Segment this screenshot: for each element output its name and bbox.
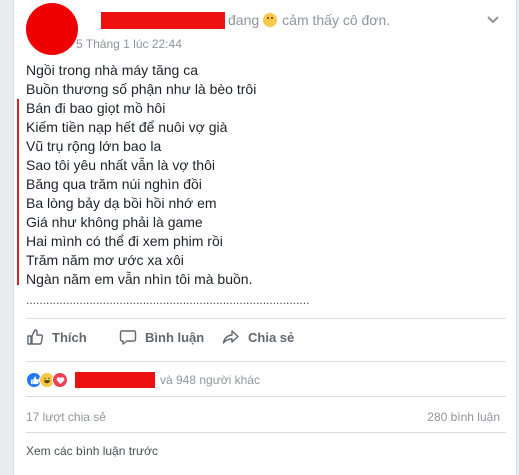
comment-count[interactable]: 280 bình luận — [427, 410, 500, 424]
status-text: đang — [228, 12, 260, 28]
sad-face-icon — [263, 13, 278, 27]
comment-button[interactable]: Bình luận — [119, 328, 204, 346]
post-card: đang cảm thấy cô đơn. 5 Tháng 1 lúc 22:4… — [13, 0, 517, 475]
reactions-summary[interactable]: và 948 người khác — [26, 372, 260, 388]
redacted-reactor-name — [75, 372, 155, 388]
highlight-bar — [17, 99, 19, 285]
poem-line: Bán đi bao giọt mồ hôi — [26, 100, 166, 116]
poem-line: Buồn thương số phận như là bèo trôi — [26, 81, 257, 97]
divider — [26, 432, 506, 433]
action-bar: Thích Bình luận Chia sẻ — [14, 328, 516, 354]
divider — [26, 361, 506, 362]
thumbs-up-icon — [27, 329, 44, 345]
poem-line: Trăm năm mơ ước xa xôi — [26, 252, 184, 268]
share-button[interactable]: Chia sẻ — [222, 328, 294, 346]
post-timestamp[interactable]: 5 Tháng 1 lúc 22:44 — [76, 37, 182, 51]
chevron-down-icon[interactable] — [486, 12, 500, 26]
poem-line: Vũ trụ rộng lớn bao la — [26, 138, 162, 154]
poem-line: Kiếm tiền nạp hết để nuôi vợ già — [26, 119, 228, 135]
poem-line: Băng qua trăm núi nghìn đồi — [26, 176, 202, 192]
avatar[interactable] — [26, 3, 78, 55]
comment-label: Bình luận — [145, 329, 205, 345]
share-icon — [222, 330, 239, 344]
divider — [26, 396, 506, 397]
share-count[interactable]: 17 lượt chia sẻ — [26, 410, 106, 424]
poem-line: Ba lòng bảy dạ bồi hồi nhớ em — [26, 195, 217, 211]
like-button[interactable]: Thích — [26, 328, 87, 346]
dotted-separator: ........................................… — [26, 293, 310, 307]
like-label: Thích — [52, 329, 87, 345]
love-reaction-icon — [52, 372, 68, 388]
poem-line: Hai mình có thể đi xem phim rồi — [26, 233, 223, 249]
comment-icon — [119, 330, 137, 345]
post-body: Ngồi trong nhà máy tăng ca Buồn thương số… — [26, 61, 256, 289]
view-previous-comments-link[interactable]: Xem các bình luận trước — [26, 444, 158, 458]
divider — [26, 318, 506, 319]
share-label: Chia sẻ — [248, 329, 295, 345]
reactions-others-text[interactable]: và 948 người khác — [160, 373, 260, 387]
poem-line: Giá như không phải là game — [26, 214, 203, 230]
poem-line: Ngàn năm em vẫn nhìn tôi mà buồn. — [26, 271, 253, 287]
poem-line: Ngồi trong nhà máy tăng ca — [26, 62, 198, 78]
post-header: đang cảm thấy cô đơn. — [228, 12, 390, 28]
poem-line: Sao tôi yêu nhất vẫn là vợ thôi — [26, 157, 215, 173]
redacted-author-name — [101, 12, 225, 29]
feeling-text[interactable]: cảm thấy cô đơn. — [282, 12, 390, 28]
